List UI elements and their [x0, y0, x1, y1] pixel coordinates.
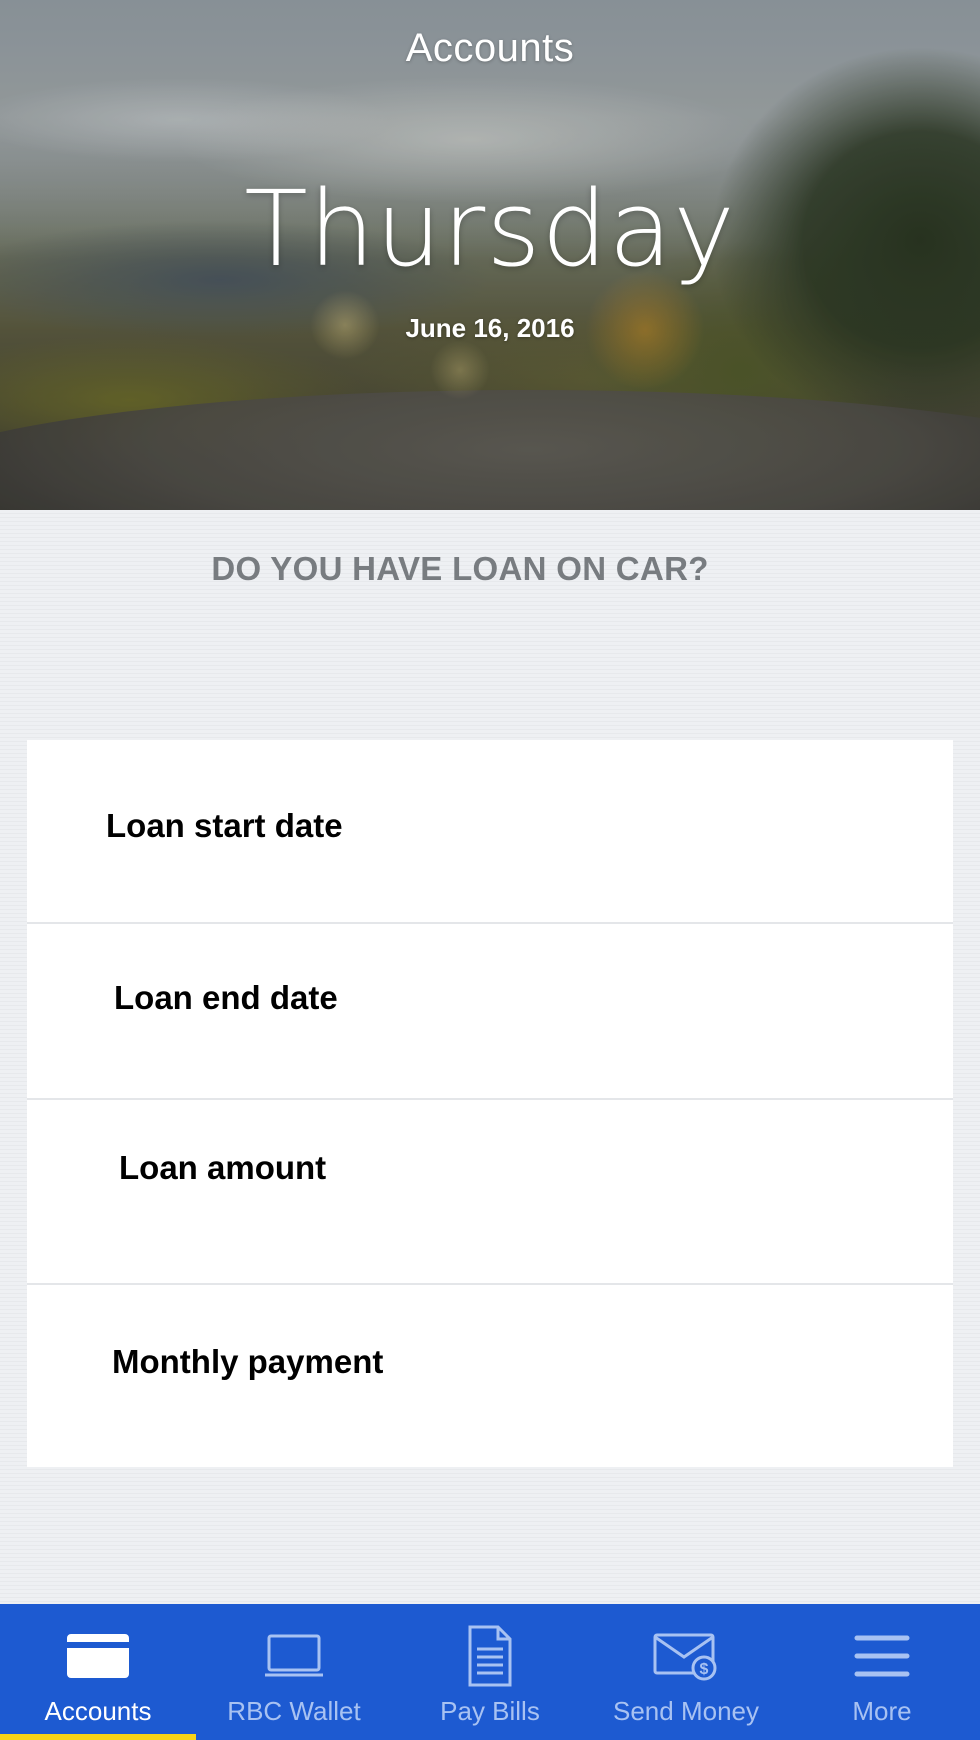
- tab-label: More: [852, 1696, 912, 1726]
- tab-send-money[interactable]: $ Send Money: [588, 1604, 784, 1740]
- card-icon: [66, 1626, 130, 1686]
- loan-form-card: Loan start date Loan end date Loan amoun…: [27, 740, 953, 1467]
- svg-text:$: $: [700, 1661, 709, 1678]
- field-label: Loan start date: [106, 807, 343, 844]
- loan-question-heading: DO YOU HAVE LOAN ON CAR?: [211, 550, 709, 587]
- document-icon: [468, 1625, 512, 1687]
- tab-label: Accounts: [44, 1696, 152, 1726]
- day-of-week: Thursday: [244, 168, 736, 290]
- tab-label: Send Money: [613, 1696, 759, 1726]
- page-title: Accounts: [405, 26, 575, 70]
- tab-pay-bills[interactable]: Pay Bills: [392, 1604, 588, 1740]
- loan-amount-field[interactable]: Loan amount: [27, 1100, 953, 1285]
- tab-label: Pay Bills: [440, 1696, 540, 1726]
- tab-rbc-wallet[interactable]: RBC Wallet: [196, 1604, 392, 1740]
- field-label: Loan amount: [119, 1149, 327, 1186]
- field-label: Loan end date: [114, 979, 338, 1016]
- hamburger-menu-icon: [853, 1626, 911, 1686]
- app-screen: Accounts Thursday June 16, 2016 DO YOU H…: [0, 0, 980, 1740]
- tab-accounts[interactable]: Accounts: [0, 1604, 196, 1740]
- active-tab-indicator: [0, 1734, 196, 1740]
- monthly-payment-field[interactable]: Monthly payment: [27, 1285, 953, 1467]
- tab-more[interactable]: More: [784, 1604, 980, 1740]
- loan-start-date-field[interactable]: Loan start date: [27, 740, 953, 924]
- field-label: Monthly payment: [112, 1343, 384, 1380]
- envelope-dollar-icon: $: [653, 1626, 719, 1686]
- tab-label: RBC Wallet: [227, 1696, 361, 1726]
- hero-header: Accounts Thursday June 16, 2016: [0, 0, 980, 510]
- loan-end-date-field[interactable]: Loan end date: [27, 924, 953, 1100]
- bottom-tab-bar: Accounts RBC Wallet Pay Bills $ Send Mon…: [0, 1604, 980, 1740]
- current-date: June 16, 2016: [405, 313, 575, 343]
- laptop-icon: [263, 1626, 325, 1686]
